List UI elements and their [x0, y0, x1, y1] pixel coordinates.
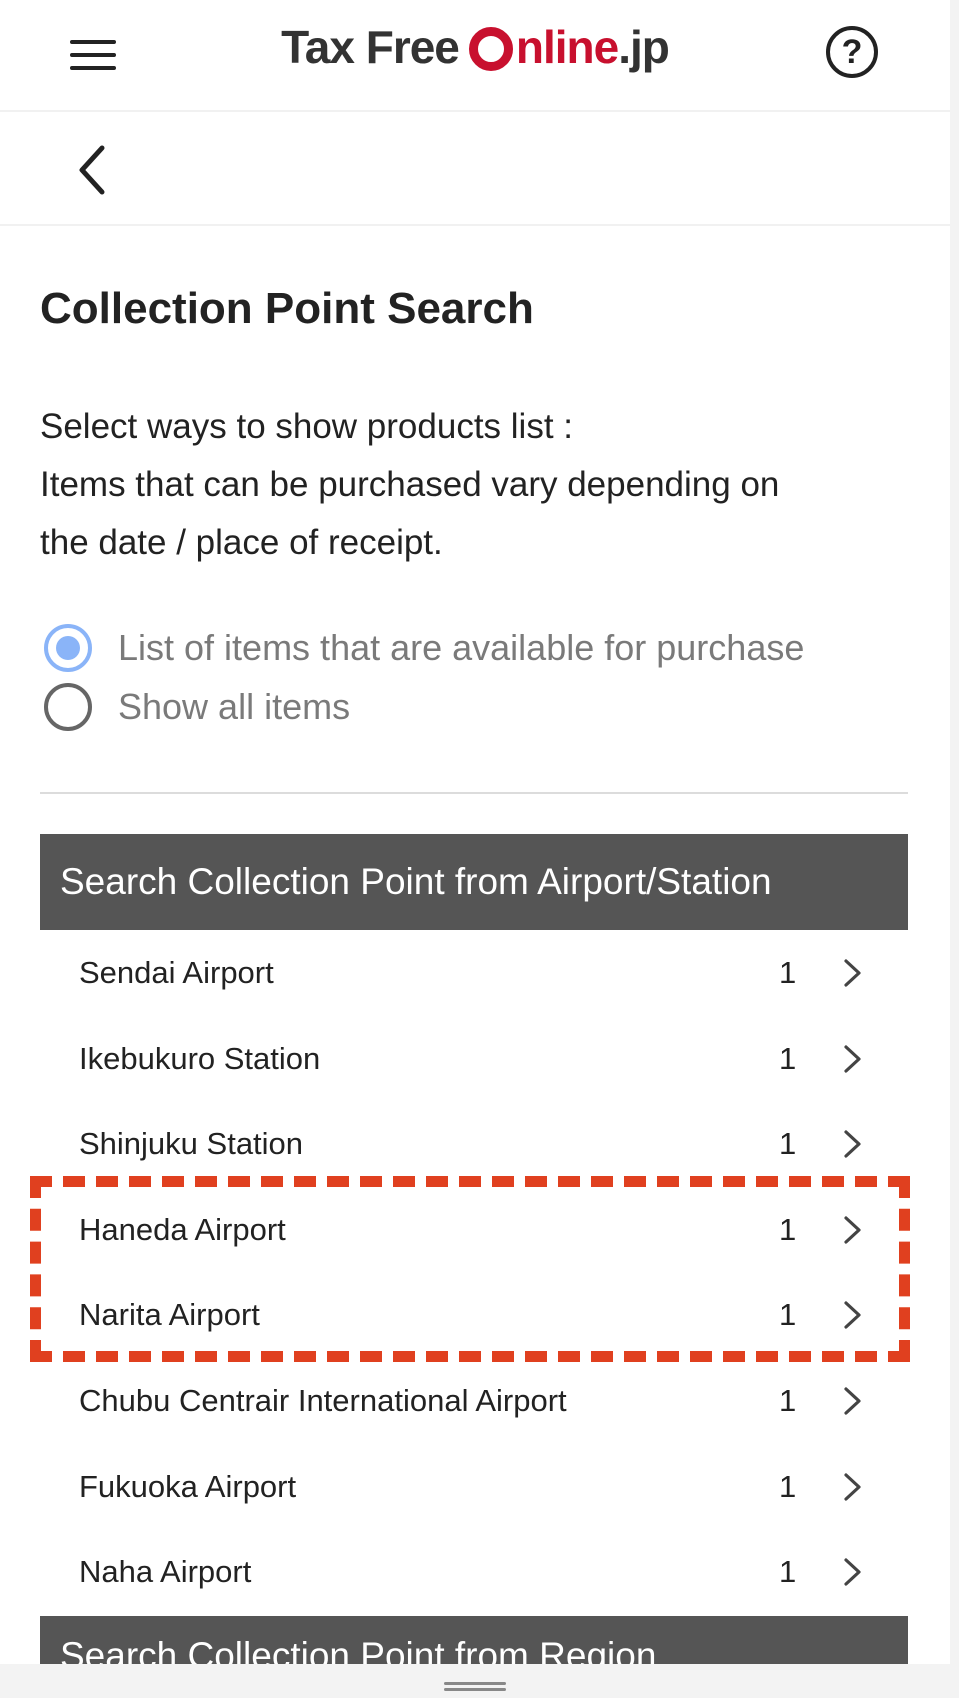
- list-item-naha-airport[interactable]: Naha Airport 1: [40, 1529, 908, 1615]
- chevron-right-icon: [844, 1472, 861, 1501]
- scroll-gutter: [950, 0, 959, 1698]
- logo-text-tax-free: Tax Free: [281, 21, 460, 73]
- bottom-sheet-bar: [0, 1664, 959, 1698]
- chevron-right-icon: [844, 1044, 861, 1073]
- list-item-name: Sendai Airport: [79, 955, 274, 990]
- divider: [40, 792, 908, 794]
- list-item-count: 1: [779, 1126, 797, 1162]
- drag-handle-icon[interactable]: [444, 1682, 506, 1692]
- list-item-fukuoka-airport[interactable]: Fukuoka Airport 1: [40, 1444, 908, 1530]
- list-item-name: Narita Airport: [79, 1297, 260, 1333]
- radio-option-all-items[interactable]: Show all items: [44, 683, 350, 731]
- app-header: Tax Free nline .jp ?: [0, 0, 950, 112]
- list-item-count: 1: [779, 1211, 797, 1247]
- collection-point-list: Sendai Airport 1 Ikebukuro Station 1 Shi…: [40, 930, 908, 1615]
- list-item-name: Haneda Airport: [79, 1211, 286, 1247]
- list-item-name: Fukuoka Airport: [79, 1468, 297, 1504]
- page: Tax Free nline .jp ? Collection Point Se…: [0, 0, 950, 1698]
- chevron-right-icon: [844, 1387, 861, 1415]
- list-item-name: Naha Airport: [79, 1554, 252, 1590]
- description-line: Select ways to show products list :: [40, 407, 573, 446]
- chevron-right-icon: [844, 1130, 861, 1158]
- chevron-right-icon: [844, 1301, 861, 1329]
- radio-label: Show all items: [118, 686, 351, 727]
- page-title: Collection Point Search: [40, 284, 534, 333]
- section-header-region: Search Collection Point from Region: [40, 1616, 908, 1664]
- back-button[interactable]: [70, 142, 120, 198]
- radio-label: List of items that are available for pur…: [118, 627, 805, 668]
- description-line: Items that can be purchased vary dependi…: [40, 465, 780, 504]
- chevron-right-icon: [844, 1558, 861, 1586]
- radio-button-selected[interactable]: [44, 624, 92, 672]
- list-item-sendai-airport[interactable]: Sendai Airport 1: [40, 930, 908, 1016]
- list-item-shinjuku-station[interactable]: Shinjuku Station 1: [40, 1101, 908, 1187]
- list-item-count: 1: [779, 1468, 797, 1504]
- chevron-left-icon: [79, 145, 105, 195]
- back-bar: [0, 112, 950, 226]
- chevron-right-icon: [844, 959, 861, 987]
- section-header-airport-station: Search Collection Point from Airport/Sta…: [40, 834, 908, 930]
- chevron-right-icon: [844, 1216, 861, 1244]
- list-item-chubu-centrair-airport[interactable]: Chubu Centrair International Airport 1: [40, 1358, 908, 1444]
- list-item-count: 1: [779, 1554, 797, 1590]
- logo-o-mark: [468, 27, 513, 71]
- list-item-name: Chubu Centrair International Airport: [79, 1382, 567, 1418]
- list-item-haneda-airport[interactable]: Haneda Airport 1: [40, 1187, 908, 1273]
- page-description: Select ways to show products list : Item…: [40, 398, 920, 572]
- list-item-count: 1: [779, 1297, 797, 1333]
- list-item-narita-airport[interactable]: Narita Airport 1: [40, 1272, 908, 1358]
- logo-text-jp: .jp: [618, 21, 670, 73]
- list-item-name: Shinjuku Station: [79, 1126, 304, 1162]
- radio-option-available-items[interactable]: List of items that are available for pur…: [44, 624, 804, 672]
- description-line: the date / place of receipt.: [40, 523, 443, 562]
- logo-text-online: nline: [515, 21, 619, 73]
- list-item-count: 1: [779, 1382, 797, 1418]
- logo[interactable]: Tax Free nline .jp: [0, 20, 950, 90]
- list-item-ikebukuro-station[interactable]: Ikebukuro Station 1: [40, 1016, 908, 1102]
- help-circle-icon[interactable]: ?: [826, 26, 878, 78]
- list-item-name: Ikebukuro Station: [79, 1040, 321, 1076]
- list-item-count: 1: [779, 955, 797, 990]
- radio-button[interactable]: [44, 683, 92, 731]
- list-item-count: 1: [779, 1040, 797, 1076]
